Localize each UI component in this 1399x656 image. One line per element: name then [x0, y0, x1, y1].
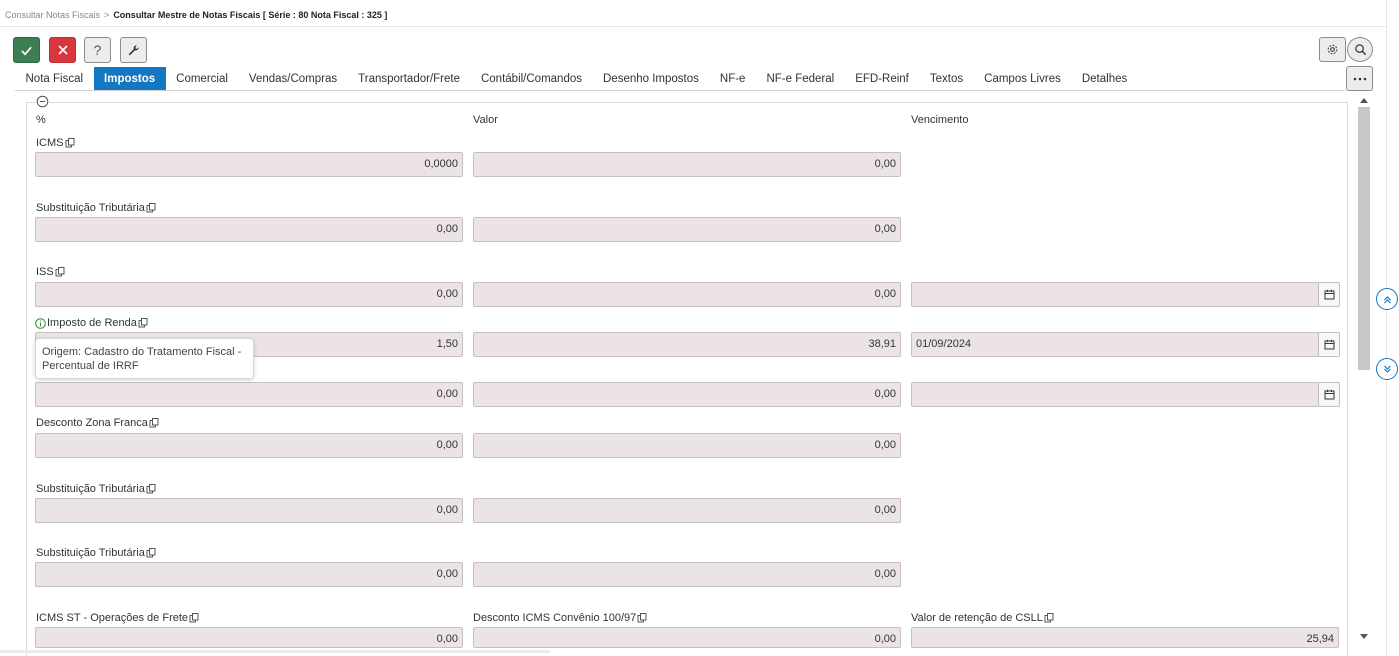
tab-nfe[interactable]: NF-e	[709, 67, 756, 91]
desconto-icms-field[interactable]: 0,00	[473, 627, 901, 648]
more-tabs-button[interactable]	[1346, 66, 1373, 91]
gear-icon	[1327, 44, 1338, 55]
tab-impostos[interactable]: Impostos	[93, 67, 166, 91]
close-icon	[57, 45, 68, 55]
question-icon: ?	[93, 42, 102, 58]
header-percent: %	[36, 114, 46, 126]
icms-value-field[interactable]: 0,00	[473, 152, 901, 177]
field-label: Substituição Tributária	[36, 483, 156, 495]
ellipsis-icon	[1353, 77, 1366, 80]
tooltip: Origem: Cadastro do Tratamento Fiscal - …	[35, 338, 254, 379]
search-icon	[1354, 44, 1366, 56]
calendar-button[interactable]	[1318, 332, 1340, 357]
copy-icon[interactable]	[146, 548, 156, 558]
double-chevron-up-icon	[1383, 295, 1391, 303]
copy-icon[interactable]	[189, 613, 199, 623]
header-value: Valor	[473, 114, 498, 126]
field-label: Imposto de Renda	[35, 317, 148, 329]
tab-vendas-compras[interactable]: Vendas/Compras	[238, 67, 347, 91]
zona-franca-value-field[interactable]: 0,00	[473, 433, 901, 458]
st2-value-field[interactable]: 0,00	[473, 498, 901, 523]
scroll-up-arrow-icon[interactable]	[1360, 97, 1368, 103]
window-edge	[1386, 0, 1387, 656]
tab-detalhes[interactable]: Detalhes	[1071, 67, 1137, 91]
double-chevron-down-icon	[1383, 365, 1391, 373]
field-label: ISS	[36, 266, 65, 278]
iss-due-date-field[interactable]	[911, 282, 1319, 307]
tab-transportador-frete[interactable]: Transportador/Frete	[348, 67, 471, 91]
breadcrumb-current: Consultar Mestre de Notas Fiscais [ Séri…	[113, 10, 388, 20]
icms-percent-field[interactable]: 0,0000	[35, 152, 463, 177]
copy-icon[interactable]	[1044, 613, 1054, 623]
contribution-value-field[interactable]: 0,00	[473, 382, 901, 407]
field-label: Valor de retenção de CSLL	[911, 612, 1054, 624]
settings-button[interactable]	[1319, 37, 1346, 62]
ir-value-field[interactable]: 38,91	[473, 332, 901, 357]
collapse-icon[interactable]	[36, 95, 49, 108]
horizontal-scrollbar[interactable]	[0, 650, 550, 653]
scroll-to-top-button[interactable]	[1376, 288, 1398, 310]
calendar-icon	[1324, 339, 1334, 350]
csll-retention-field[interactable]: 25,94	[911, 627, 1339, 648]
copy-icon[interactable]	[146, 484, 156, 494]
wrench-icon	[128, 44, 139, 55]
header-due-date: Vencimento	[911, 114, 969, 126]
tab-contabil-comandos[interactable]: Contábil/Comandos	[470, 67, 592, 91]
tab-textos[interactable]: Textos	[919, 67, 973, 91]
calendar-icon	[1324, 389, 1334, 400]
st3-percent-field[interactable]: 0,00	[35, 562, 463, 587]
tab-campos-livres[interactable]: Campos Livres	[974, 67, 1072, 91]
search-button[interactable]	[1347, 37, 1373, 62]
field-label: Substituição Tributária	[36, 547, 156, 559]
breadcrumb-parent[interactable]: Consultar Notas Fiscais	[5, 10, 100, 20]
scroll-down-arrow-icon[interactable]	[1360, 634, 1368, 640]
st2-percent-field[interactable]: 0,00	[35, 498, 463, 523]
calendar-button[interactable]	[1318, 282, 1340, 307]
iss-value-field[interactable]: 0,00	[473, 282, 901, 307]
breadcrumb: Consultar Notas Fiscais > Consultar Mestre…	[5, 10, 387, 20]
info-icon[interactable]	[35, 317, 46, 329]
copy-icon[interactable]	[149, 418, 159, 428]
cancel-button[interactable]	[49, 37, 76, 63]
field-label: Substituição Tributária	[36, 202, 156, 214]
contribution-percent-field[interactable]: 0,00	[35, 382, 463, 407]
confirm-button[interactable]	[13, 37, 40, 63]
calendar-icon	[1324, 289, 1334, 300]
zona-franca-percent-field[interactable]: 0,00	[35, 433, 463, 458]
scroll-to-bottom-button[interactable]	[1376, 358, 1398, 380]
breadcrumb-separator: >	[104, 10, 110, 20]
field-label: ICMS ST - Operações de Frete	[36, 612, 199, 624]
icms-st-frete-field[interactable]: 0,00	[35, 627, 463, 648]
ir-due-date-field[interactable]: 01/09/2024	[911, 332, 1319, 357]
tabs-divider	[15, 90, 1345, 91]
copy-icon[interactable]	[65, 138, 75, 148]
tooltip-line: Origem: Cadastro do Tratamento Fiscal -	[42, 346, 242, 358]
tab-nfe-federal[interactable]: NF-e Federal	[756, 67, 845, 91]
iss-percent-field[interactable]: 0,00	[35, 282, 463, 307]
st-value-field[interactable]: 0,00	[473, 217, 901, 242]
help-button[interactable]: ?	[84, 37, 111, 63]
tab-nota-fiscal[interactable]: Nota Fiscal	[15, 67, 94, 91]
copy-icon[interactable]	[146, 203, 156, 213]
tools-button[interactable]	[120, 37, 147, 63]
copy-icon[interactable]	[637, 613, 647, 623]
tab-bar: Nota Fiscal Impostos Comercial Vendas/Co…	[15, 67, 1138, 91]
copy-icon[interactable]	[55, 267, 65, 277]
field-label: ICMS	[36, 137, 75, 149]
field-label: Desconto Zona Franca	[36, 417, 159, 429]
scrollbar-thumb[interactable]	[1358, 107, 1370, 370]
copy-icon[interactable]	[138, 318, 148, 328]
st-percent-field[interactable]: 0,00	[35, 217, 463, 242]
header-divider	[0, 26, 1386, 27]
st3-value-field[interactable]: 0,00	[473, 562, 901, 587]
field-label: Desconto ICMS Convênio 100/97	[473, 612, 647, 624]
tab-desenho-impostos[interactable]: Desenho Impostos	[593, 67, 710, 91]
tab-comercial[interactable]: Comercial	[166, 67, 239, 91]
check-icon	[21, 46, 32, 55]
calendar-button[interactable]	[1318, 382, 1340, 407]
contribution-due-date-field[interactable]	[911, 382, 1319, 407]
tooltip-line: Percentual de IRRF	[42, 360, 139, 372]
tab-efd-reinf[interactable]: EFD-Reinf	[845, 67, 920, 91]
